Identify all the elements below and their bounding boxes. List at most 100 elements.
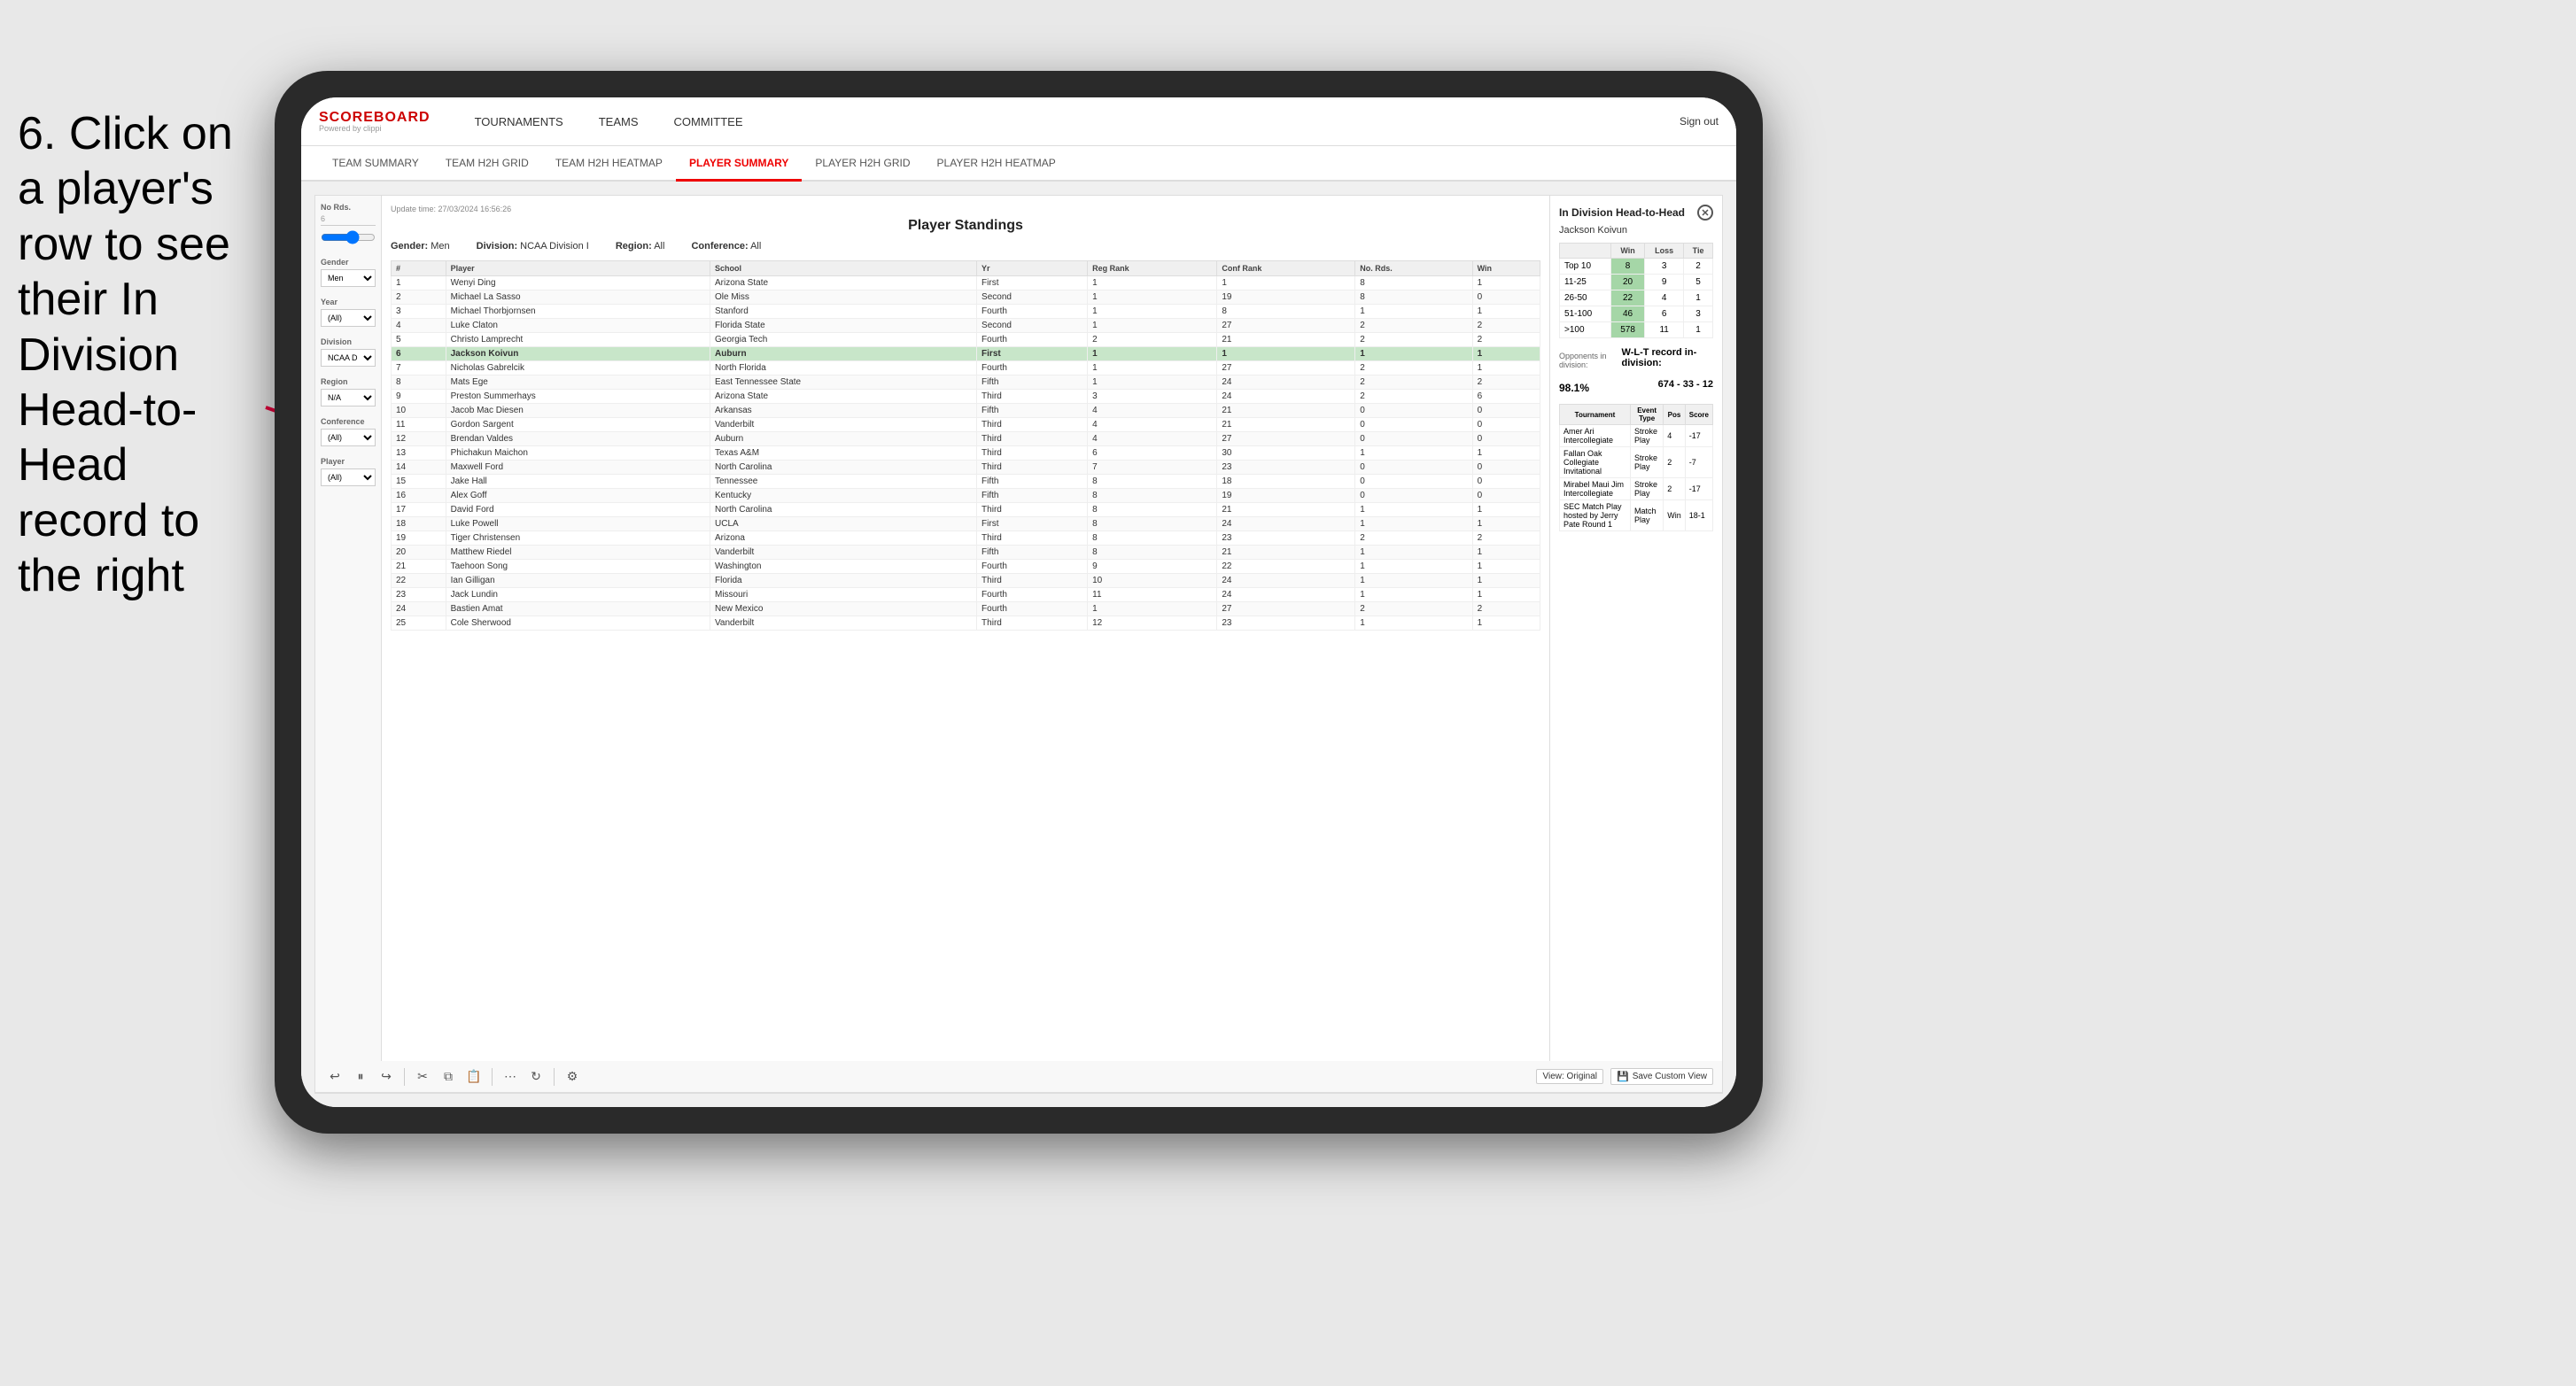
tab-team-h2h-heatmap[interactable]: TEAM H2H HEATMAP xyxy=(542,146,676,182)
pause-button[interactable]: ⏸ xyxy=(350,1066,371,1088)
cell-win: 2 xyxy=(1472,333,1540,347)
table-row[interactable]: 10 Jacob Mac Diesen Arkansas Fifth 4 21 … xyxy=(392,404,1540,418)
undo-button[interactable]: ↩ xyxy=(324,1066,345,1088)
save-custom-button[interactable]: 💾 Save Custom View xyxy=(1610,1068,1713,1085)
cell-player: Luke Powell xyxy=(446,517,710,531)
cell-yr: Third xyxy=(977,446,1088,461)
cell-no-rds: 0 xyxy=(1355,475,1472,489)
table-row[interactable]: 20 Matthew Riedel Vanderbilt Fifth 8 21 … xyxy=(392,546,1540,560)
cell-reg-rank: 1 xyxy=(1088,276,1217,290)
cell-win: 0 xyxy=(1472,418,1540,432)
cell-no-rds: 2 xyxy=(1355,333,1472,347)
cell-win: 2 xyxy=(1472,531,1540,546)
nav-tournaments[interactable]: TOURNAMENTS xyxy=(457,97,581,146)
table-row[interactable]: 16 Alex Goff Kentucky Fifth 8 19 0 0 xyxy=(392,489,1540,503)
cell-reg-rank: 1 xyxy=(1088,305,1217,319)
region-display: Region: All xyxy=(616,241,665,252)
tab-team-h2h-grid[interactable]: TEAM H2H GRID xyxy=(432,146,542,182)
table-row[interactable]: 12 Brendan Valdes Auburn Third 4 27 0 0 xyxy=(392,432,1540,446)
t-col-pos: Pos xyxy=(1664,405,1686,425)
cell-conf-rank: 21 xyxy=(1217,333,1355,347)
cell-player: Nicholas Gabrelcik xyxy=(446,361,710,376)
cell-yr: Second xyxy=(977,290,1088,305)
settings-button[interactable]: ⚙ xyxy=(562,1066,583,1088)
tab-player-summary[interactable]: PLAYER SUMMARY xyxy=(676,146,802,182)
view-original-button[interactable]: View: Original xyxy=(1536,1069,1603,1084)
filter-conference-label: Conference xyxy=(321,417,376,426)
filter-year-select[interactable]: (All) xyxy=(321,309,376,327)
wlt-record: W-L-T record in-division: xyxy=(1622,347,1713,368)
table-row[interactable]: 2 Michael La Sasso Ole Miss Second 1 19 … xyxy=(392,290,1540,305)
table-row[interactable]: 9 Preston Summerhays Arizona State Third… xyxy=(392,390,1540,404)
filter-region-select[interactable]: N/A xyxy=(321,389,376,407)
cell-win: 0 xyxy=(1472,404,1540,418)
table-row[interactable]: 22 Ian Gilligan Florida Third 10 24 1 1 xyxy=(392,574,1540,588)
table-row[interactable]: 7 Nicholas Gabrelcik North Florida Fourt… xyxy=(392,361,1540,376)
filter-player-select[interactable]: (All) xyxy=(321,468,376,486)
filter-division-select[interactable]: NCAA Division I xyxy=(321,349,376,367)
h2h-panel: In Division Head-to-Head ✕ Jackson Koivu… xyxy=(1549,196,1722,1061)
table-row[interactable]: 11 Gordon Sargent Vanderbilt Third 4 21 … xyxy=(392,418,1540,432)
cell-reg-rank: 4 xyxy=(1088,432,1217,446)
cell-win: 2 xyxy=(1472,602,1540,616)
table-row[interactable]: 3 Michael Thorbjornsen Stanford Fourth 1… xyxy=(392,305,1540,319)
h2h-tie: 5 xyxy=(1684,275,1713,290)
paste-button[interactable]: 📋 xyxy=(463,1066,485,1088)
filter-division-label: Division xyxy=(321,337,376,346)
more-button[interactable]: ⋯ xyxy=(500,1066,521,1088)
table-row[interactable]: 4 Luke Claton Florida State Second 1 27 … xyxy=(392,319,1540,333)
table-row[interactable]: 19 Tiger Christensen Arizona Third 8 23 … xyxy=(392,531,1540,546)
filter-gender-label: Gender xyxy=(321,258,376,267)
nav-teams[interactable]: TEAMS xyxy=(581,97,656,146)
table-row[interactable]: 23 Jack Lundin Missouri Fourth 11 24 1 1 xyxy=(392,588,1540,602)
filter-no-rds-slider[interactable] xyxy=(321,230,376,244)
filter-gender-select[interactable]: Men xyxy=(321,269,376,287)
cell-school: Auburn xyxy=(710,432,977,446)
table-row[interactable]: 14 Maxwell Ford North Carolina Third 7 2… xyxy=(392,461,1540,475)
table-row[interactable]: 5 Christo Lamprecht Georgia Tech Fourth … xyxy=(392,333,1540,347)
filter-panel: No Rds. 6 Gender Men Year xyxy=(315,196,382,1061)
copy-button[interactable]: ⧉ xyxy=(438,1066,459,1088)
nav-committee[interactable]: COMMITTEE xyxy=(656,97,761,146)
cell-yr: First xyxy=(977,347,1088,361)
table-row[interactable]: 25 Cole Sherwood Vanderbilt Third 12 23 … xyxy=(392,616,1540,631)
cell-school: Washington xyxy=(710,560,977,574)
cell-school: North Florida xyxy=(710,361,977,376)
sign-out-link[interactable]: Sign out xyxy=(1680,115,1719,128)
cell-reg-rank: 4 xyxy=(1088,404,1217,418)
table-row[interactable]: 15 Jake Hall Tennessee Fifth 8 18 0 0 xyxy=(392,475,1540,489)
center-content: Update time: 27/03/2024 16:56:26 Player … xyxy=(382,196,1549,1061)
sep3 xyxy=(554,1068,555,1086)
table-row[interactable]: 1 Wenyi Ding Arizona State First 1 1 8 1 xyxy=(392,276,1540,290)
t-pos: 2 xyxy=(1664,447,1686,478)
tab-player-h2h-grid[interactable]: PLAYER H2H GRID xyxy=(802,146,923,182)
cell-player: Preston Summerhays xyxy=(446,390,710,404)
redo-button[interactable]: ↪ xyxy=(376,1066,397,1088)
table-row[interactable]: 24 Bastien Amat New Mexico Fourth 1 27 2… xyxy=(392,602,1540,616)
table-row[interactable]: 13 Phichakun Maichon Texas A&M Third 6 3… xyxy=(392,446,1540,461)
table-row[interactable]: 6 Jackson Koivun Auburn First 1 1 1 1 xyxy=(392,347,1540,361)
t-name: Fallan Oak Collegiate Invitational xyxy=(1560,447,1631,478)
h2h-col-loss: Loss xyxy=(1645,244,1684,259)
cell-win: 1 xyxy=(1472,446,1540,461)
cell-school: Arkansas xyxy=(710,404,977,418)
cut-button[interactable]: ✂ xyxy=(412,1066,433,1088)
cell-num: 23 xyxy=(392,588,446,602)
filter-conference-select[interactable]: (All) xyxy=(321,429,376,446)
cell-no-rds: 8 xyxy=(1355,276,1472,290)
table-row[interactable]: 8 Mats Ege East Tennessee State Fifth 1 … xyxy=(392,376,1540,390)
cell-player: Jackson Koivun xyxy=(446,347,710,361)
h2h-close-button[interactable]: ✕ xyxy=(1697,205,1713,221)
tab-team-summary[interactable]: TEAM SUMMARY xyxy=(319,146,432,182)
table-row[interactable]: 18 Luke Powell UCLA First 8 24 1 1 xyxy=(392,517,1540,531)
table-row[interactable]: 17 David Ford North Carolina Third 8 21 … xyxy=(392,503,1540,517)
cell-reg-rank: 8 xyxy=(1088,517,1217,531)
cell-player: Wenyi Ding xyxy=(446,276,710,290)
cell-num: 18 xyxy=(392,517,446,531)
refresh-button[interactable]: ↻ xyxy=(525,1066,547,1088)
table-row[interactable]: 21 Taehoon Song Washington Fourth 9 22 1… xyxy=(392,560,1540,574)
cell-player: Tiger Christensen xyxy=(446,531,710,546)
cell-player: Brendan Valdes xyxy=(446,432,710,446)
tab-player-h2h-heatmap[interactable]: PLAYER H2H HEATMAP xyxy=(924,146,1069,182)
tournament-row: Amer Ari Intercollegiate Stroke Play 4 -… xyxy=(1560,425,1713,447)
